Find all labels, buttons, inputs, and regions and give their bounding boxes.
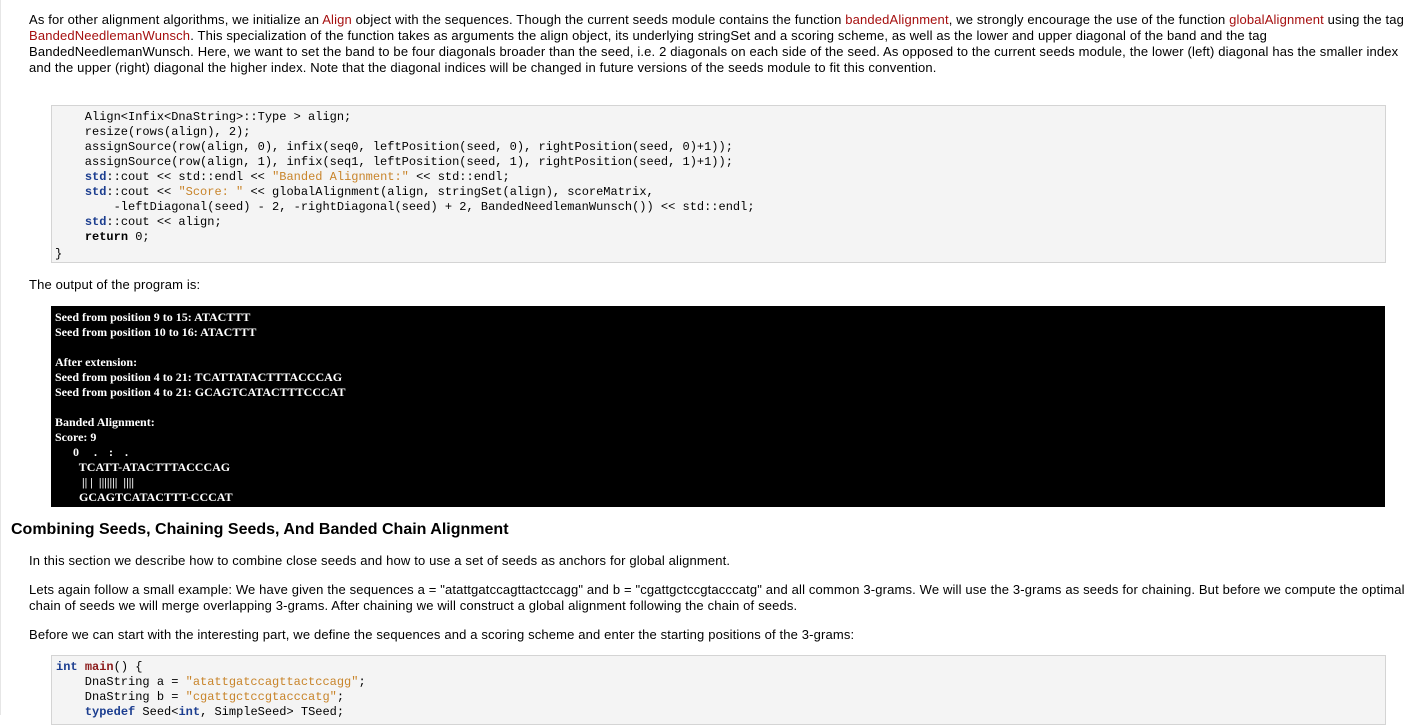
section-heading: Combining Seeds, Chaining Seeds, And Ban… [11,521,509,538]
code-line: std::cout << "Score: " << globalAlignmen… [84,185,654,199]
code-line: std::cout << std::endl << "Banded Alignm… [84,170,510,184]
code-line: DnaString a = "atattgatccagttactccagg"; [56,675,366,689]
code-line: Align<Infix<DnaString>::Type > align; [56,110,352,124]
bandedalignment-link[interactable]: bandedAlignment [845,12,948,27]
documentation-page: As for other alignment algorithms, we in… [0,0,1419,725]
output-line: Seed from position 4 to 21: TCATTATACTTT… [55,370,343,384]
output-line: 0 . : . [55,445,128,459]
code-line: DnaString b = "cgattgctccgtacccatg"; [56,690,345,704]
output-line: Seed from position 10 to 16: ATACTTT [55,325,257,339]
program-output-console: Seed from position 9 to 15: ATACTTT Seed … [51,306,1385,507]
code-block-banded-alignment: Align<Infix<DnaString>::Type > align; re… [51,105,1386,263]
intro-text: object with the sequences. Though the cu… [351,12,846,27]
code-line: assignSource(row(align, 1), infix(seq1, … [56,155,733,169]
output-line: Seed from position 9 to 15: ATACTTT [55,310,251,324]
output-intro-text: The output of the program is: [29,277,201,292]
example-paragraph: Lets again follow a small example: We ha… [29,582,1405,613]
align-link[interactable]: Align [322,12,352,27]
setup-paragraph: Before we can start with the interesting… [29,627,855,642]
section-intro-paragraph: In this section we describe how to combi… [29,553,731,568]
output-line: After extension: [55,355,138,369]
code-line: std::cout << align; [84,215,222,229]
closing-brace: } [55,247,63,261]
intro-text: As for other alignment algorithms, we in… [29,12,323,27]
output-line: Seed from position 4 to 21: GCAGTCATACTT… [55,385,346,399]
intro-text: using the tag [1323,12,1405,27]
code-line: int main() { [56,660,143,674]
globalalignment-link[interactable]: globalAlignment [1229,12,1324,27]
output-line: Banded Alignment: [55,415,155,429]
intro-text: , we strongly encourage the use of the f… [948,12,1230,27]
code-line: assignSource(row(align, 0), infix(seq0, … [56,140,733,154]
intro-text: . This specialization of the function ta… [29,28,1399,75]
output-line: GCAGTCATACTTT-CCCAT [55,490,233,504]
bandedneedlemanwunsch-link[interactable]: BandedNeedlemanWunsch [29,28,190,43]
code-line: -leftDiagonal(seed) - 2, -rightDiagonal(… [56,200,755,214]
code-line: return 0; [84,230,150,244]
intro-paragraph: As for other alignment algorithms, we in… [29,12,1411,76]
code-line: typedef Seed<int, SimpleSeed> TSeed; [84,705,345,719]
output-line: TCATT-ATACTTTACCCAG [55,460,231,474]
code-line: resize(rows(align), 2); [56,125,251,139]
output-line: Score: 9 [55,430,97,444]
output-line: || | ||||||| |||| [55,475,134,489]
